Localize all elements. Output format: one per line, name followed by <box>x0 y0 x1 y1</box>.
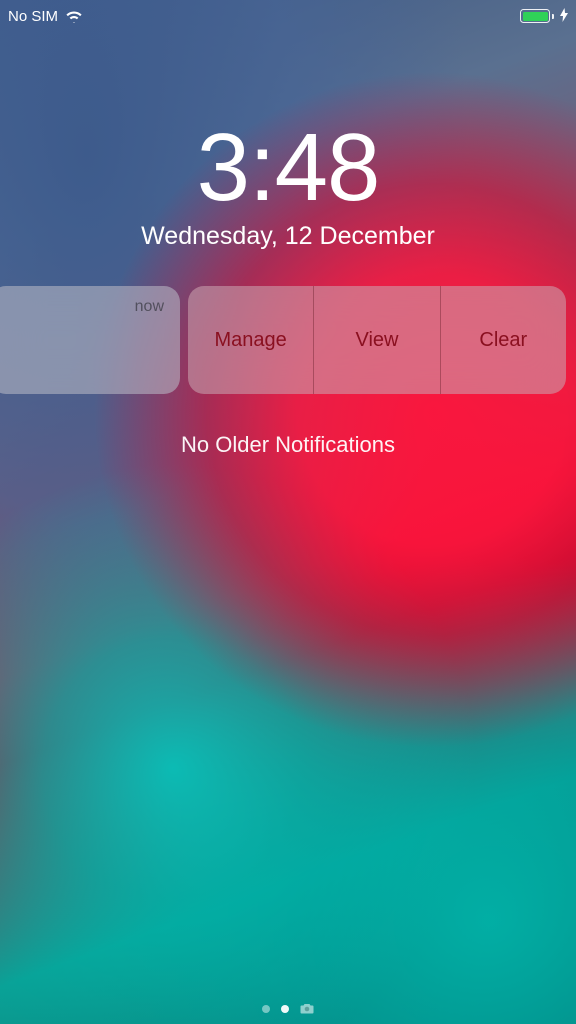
page-dot[interactable] <box>262 1005 270 1013</box>
notification-card[interactable]: now <box>0 286 180 394</box>
time-label: 3:48 <box>0 120 576 216</box>
page-indicator[interactable] <box>0 1003 576 1014</box>
no-older-notifications-label: No Older Notifications <box>0 432 576 458</box>
clear-button[interactable]: Clear <box>440 286 566 394</box>
camera-icon[interactable] <box>300 1003 314 1014</box>
view-button[interactable]: View <box>313 286 439 394</box>
battery-icon <box>520 9 554 23</box>
wifi-icon <box>65 10 83 23</box>
manage-button[interactable]: Manage <box>188 286 313 394</box>
carrier-label: No SIM <box>8 8 58 25</box>
notification-timestamp: now <box>135 298 164 316</box>
date-label: Wednesday, 12 December <box>0 222 576 251</box>
notification-row: now Manage View Clear <box>0 286 566 394</box>
page-dot-active[interactable] <box>281 1005 289 1013</box>
notification-actions: Manage View Clear <box>188 286 566 394</box>
status-bar-right <box>520 8 568 24</box>
status-bar: No SIM <box>0 0 576 28</box>
charging-icon <box>560 8 568 24</box>
lock-clock: 3:48 Wednesday, 12 December <box>0 120 576 251</box>
status-bar-left: No SIM <box>8 8 83 25</box>
